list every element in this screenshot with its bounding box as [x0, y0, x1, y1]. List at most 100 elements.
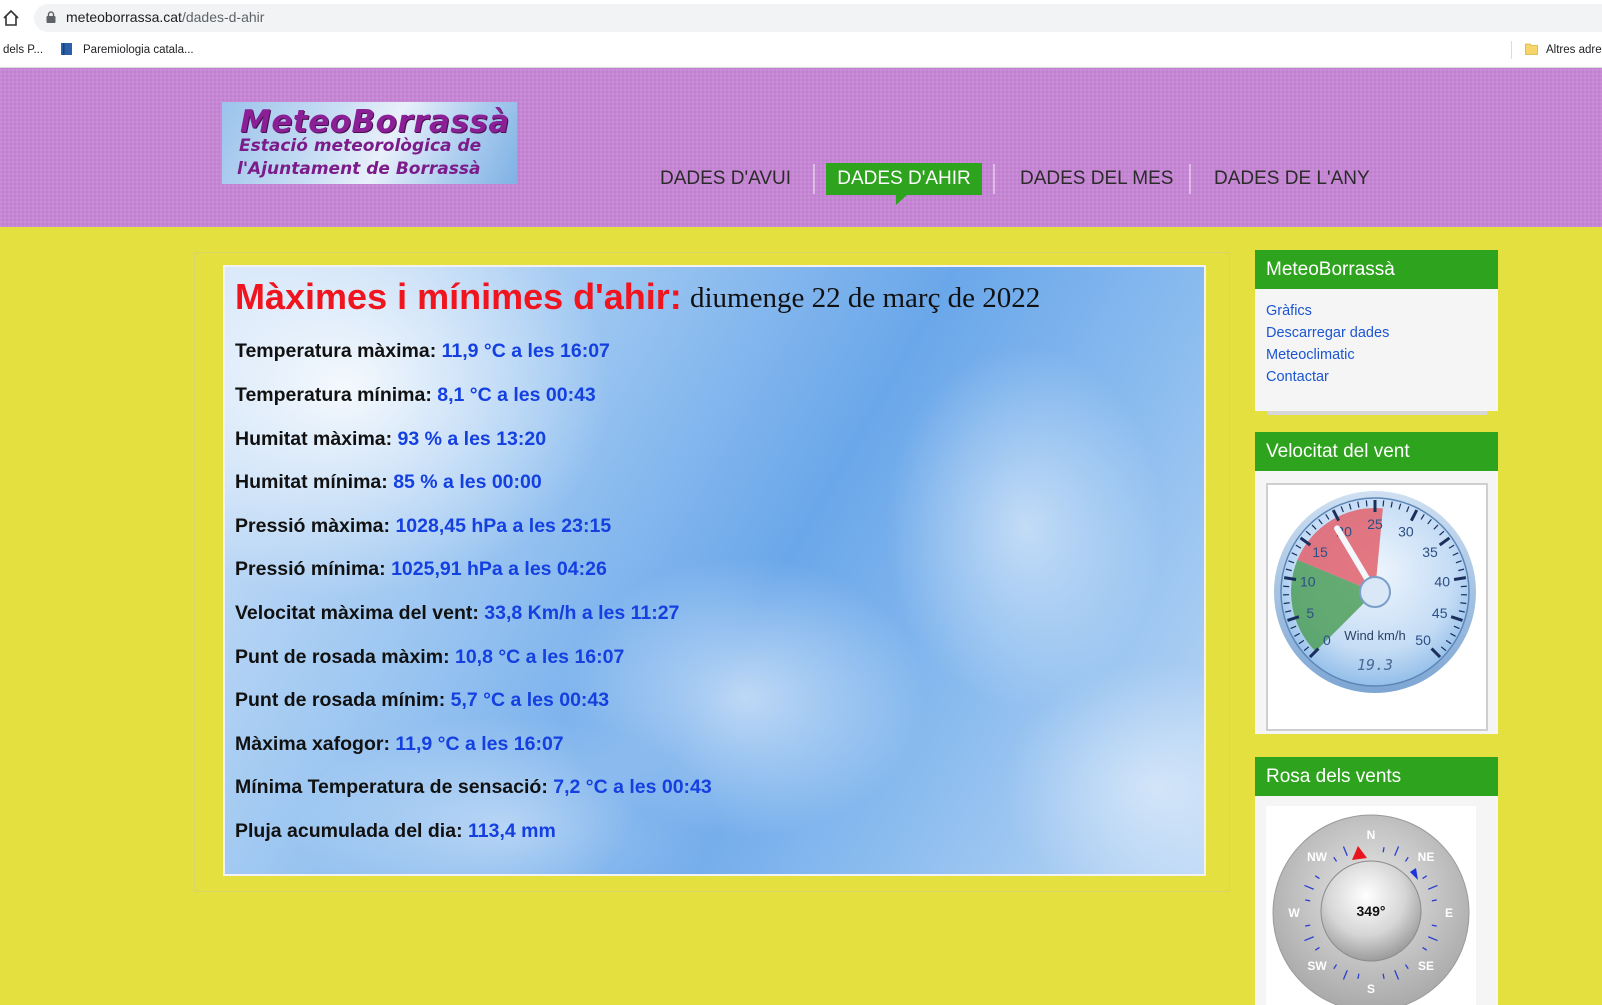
nav-separator	[813, 164, 815, 194]
gauge-minor-tick	[1365, 500, 1368, 507]
compass-ne: NE	[1418, 850, 1435, 864]
compass-s: S	[1367, 982, 1375, 996]
logo-subtitle-2: l'Ajuntament de Borrassà	[237, 159, 481, 179]
data-row: Humitat mínima: 85 % a les 00:00	[235, 471, 542, 494]
nav-dades-any[interactable]: DADES DE L'ANY	[1214, 168, 1370, 190]
data-value: 8,1 °C a les 00:43	[437, 384, 596, 406]
lock-icon[interactable]	[46, 11, 56, 23]
url-text[interactable]: meteoborrassa.cat/dades-d-ahir	[66, 9, 264, 25]
data-value: 10,8 °C a les 16:07	[454, 646, 625, 668]
widget-title: MeteoBorrassà	[1255, 250, 1498, 289]
bookmarks-separator	[1511, 41, 1512, 59]
widget-shadow	[1267, 411, 1487, 415]
data-row: Mínima Temperatura de sensació: 7,2 °C a…	[235, 776, 712, 799]
gauge-scale-label: 5	[1306, 605, 1314, 621]
bookmarks-bar	[0, 36, 1602, 68]
url-domain: meteoborrassa.cat	[66, 9, 182, 25]
gauge-major-tick	[1283, 576, 1297, 581]
link-grafics[interactable]: Gràfics	[1266, 303, 1312, 319]
compass-nw: NW	[1307, 850, 1328, 864]
gauge-scale-label: 50	[1415, 632, 1431, 648]
data-value: 11,9 °C a les 16:07	[441, 340, 610, 362]
nav-dades-avui[interactable]: DADES D'AVUI	[660, 168, 791, 190]
link-meteoclimatic[interactable]: Meteoclimatic	[1266, 347, 1355, 363]
data-row: Pressió mínima: 1025,91 hPa a les 04:26	[235, 558, 607, 581]
gauge-major-tick	[1453, 576, 1467, 581]
data-label: Pressió mínima:	[235, 558, 386, 580]
data-label: Velocitat màxima del vent:	[235, 602, 479, 624]
data-row: Punt de rosada màxim: 10,8 °C a les 16:0…	[235, 646, 624, 669]
data-value: 1025,91 hPa a les 04:26	[391, 558, 607, 580]
gauge-scale-label: 45	[1432, 605, 1448, 621]
data-row: Temperatura mínima: 8,1 °C a les 00:43	[235, 384, 596, 407]
compass-reading: 349°	[1357, 903, 1386, 919]
data-label: Punt de rosada màxim:	[235, 646, 450, 668]
data-value: 33,8 Km/h a les 11:27	[484, 602, 680, 624]
gauge-scale-label: 30	[1398, 523, 1414, 539]
data-value: 93 % a les 13:20	[397, 428, 547, 450]
data-label: Temperatura màxima:	[235, 340, 437, 362]
gauge-scale-label: 40	[1434, 573, 1450, 589]
logo-title: MeteoBorrassà	[240, 104, 510, 140]
home-icon[interactable]	[2, 9, 20, 27]
data-label: Humitat màxima:	[235, 428, 393, 450]
gauge-hub	[1359, 576, 1391, 608]
data-value: 85 % a les 00:00	[393, 471, 542, 493]
link-descarregar-dades[interactable]: Descarregar dades	[1266, 325, 1389, 341]
page-date: diumenge 22 de març de 2022	[690, 282, 1041, 314]
data-row: Punt de rosada mínim: 5,7 °C a les 00:43	[235, 689, 609, 712]
site-logo[interactable]: MeteoBorrassà Estació meteorològica de l…	[222, 102, 517, 184]
data-row: Màxima xafogor: 11,9 °C a les 16:07	[235, 733, 564, 756]
page-title: Màximes i mínimes d'ahir:	[235, 276, 682, 317]
data-value: 1028,45 hPa a les 23:15	[395, 515, 612, 537]
folder-icon	[1525, 43, 1538, 55]
data-label: Pressió màxima:	[235, 515, 391, 537]
bookmark-item[interactable]: Paremiologia catala...	[83, 44, 194, 56]
gauge-minor-tick	[1460, 602, 1467, 605]
compass-n: N	[1367, 828, 1376, 842]
compass-e: E	[1445, 906, 1453, 920]
nav-separator	[1189, 164, 1191, 194]
gauge-scale-label: 10	[1300, 573, 1316, 589]
wind-rose-box: N NE E SE S SW W NW 349°	[1266, 806, 1476, 1005]
data-row: Humitat màxima: 93 % a les 13:20	[235, 428, 546, 451]
wind-speed-gauge-box: 0 5 10 15 20 25 30 35 40 45 50 Wind km/h 19.3	[1266, 483, 1488, 731]
book-icon	[61, 43, 72, 55]
data-value: 11,9 °C a les 16:07	[395, 733, 564, 755]
data-label: Temperatura mínima:	[235, 384, 432, 406]
widget-title: Rosa dels vents	[1255, 757, 1498, 796]
widget-title: Velocitat del vent	[1255, 432, 1498, 471]
bookmark-item[interactable]: dels P...	[3, 44, 43, 56]
gauge-scale-label: 25	[1367, 516, 1383, 532]
gauge-reading: 19.3	[1357, 656, 1393, 674]
data-row: Pressió màxima: 1028,45 hPa a les 23:15	[235, 515, 611, 538]
nav-dades-mes[interactable]: DADES DEL MES	[1020, 168, 1173, 190]
data-label: Punt de rosada mínim:	[235, 689, 446, 711]
link-contactar[interactable]: Contactar	[1266, 369, 1329, 385]
data-row: Velocitat màxima del vent: 33,8 Km/h a l…	[235, 602, 679, 625]
gauge-minor-tick	[1382, 500, 1385, 507]
compass-w: W	[1288, 906, 1300, 920]
gauge-scale-label: 0	[1323, 632, 1331, 648]
data-row: Pluja acumulada del dia: 113,4 mm	[235, 820, 556, 843]
data-value: 7,2 °C a les 00:43	[553, 776, 712, 798]
nav-separator	[993, 164, 995, 194]
data-row: Temperatura màxima: 11,9 °C a les 16:07	[235, 340, 610, 363]
nav-active-pointer	[896, 195, 907, 205]
wind-speed-gauge: 05101520 25 3035404550 Wind km/h 19.3	[1274, 491, 1476, 693]
other-bookmarks[interactable]: Altres adre	[1546, 44, 1602, 56]
data-label: Humitat mínima:	[235, 471, 388, 493]
compass-sw: SW	[1307, 959, 1327, 973]
data-label: Pluja acumulada del dia:	[235, 820, 463, 842]
compass-se: SE	[1418, 959, 1434, 973]
data-value: 5,7 °C a les 00:43	[450, 689, 610, 711]
url-field[interactable]	[34, 4, 1602, 32]
data-label: Màxima xafogor:	[235, 733, 390, 755]
wind-rose-compass: N NE E SE S SW W NW 349°	[1272, 814, 1470, 1005]
data-label: Mínima Temperatura de sensació:	[235, 776, 548, 798]
data-value: 113,4 mm	[468, 820, 556, 842]
gauge-unit-label: Wind km/h	[1344, 628, 1405, 643]
nav-dades-ahir[interactable]: DADES D'AHIR	[826, 163, 982, 195]
url-path: /dades-d-ahir	[181, 9, 265, 25]
logo-subtitle-1: Estació meteorològica de	[239, 136, 482, 156]
